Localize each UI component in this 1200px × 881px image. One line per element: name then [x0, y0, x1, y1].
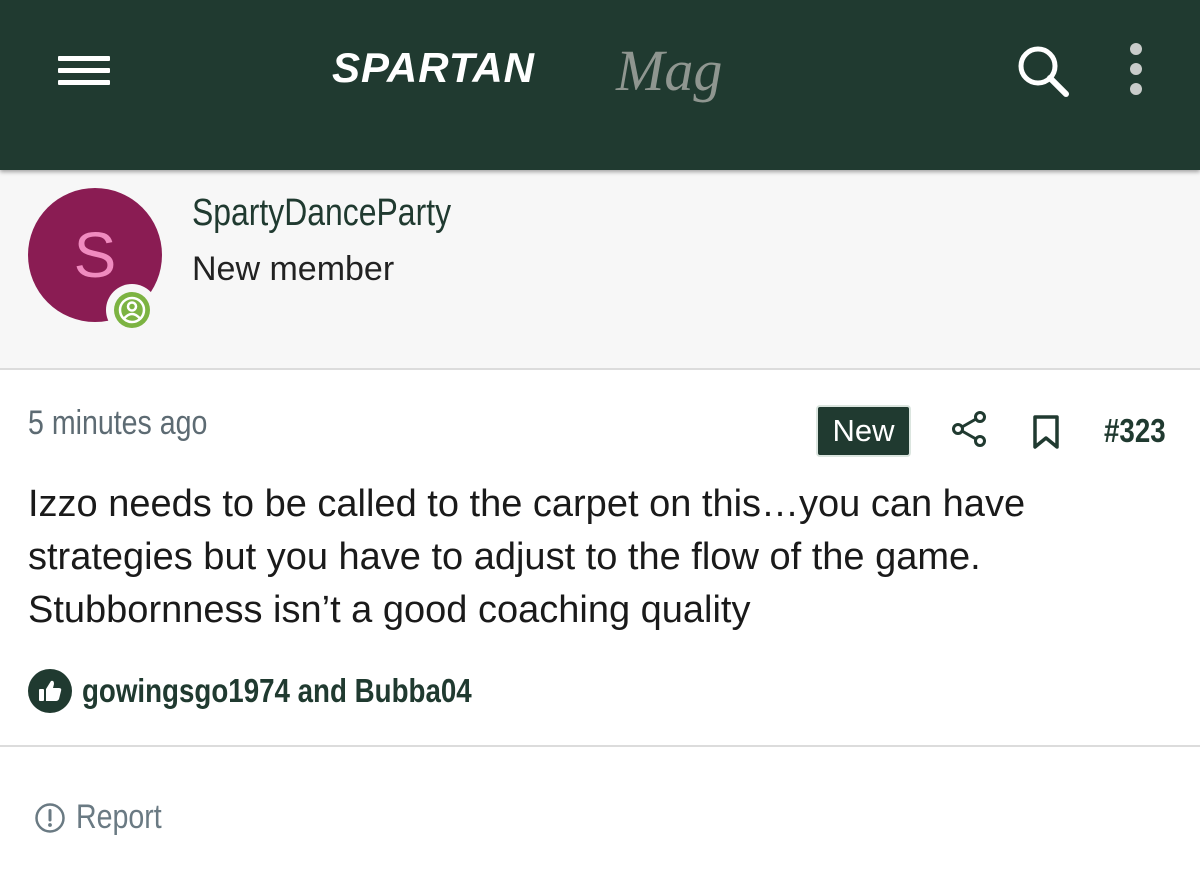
online-status-badge: [106, 284, 158, 336]
new-badge: New: [816, 405, 911, 457]
spartanmag-logo[interactable]: SPARTAN Mag: [330, 30, 770, 110]
post-timestamp[interactable]: 5 minutes ago: [28, 404, 207, 443]
user-title: New member: [192, 250, 395, 288]
share-icon[interactable]: [949, 409, 989, 449]
online-user-icon: [114, 292, 150, 328]
hamburger-menu-icon[interactable]: [56, 50, 112, 90]
member-card: S SpartyDanceParty New member: [0, 170, 1200, 370]
avatar-letter: S: [73, 219, 117, 291]
search-icon[interactable]: [1012, 40, 1074, 102]
thumbs-up-icon: [28, 669, 72, 713]
username-link[interactable]: SpartyDanceParty: [192, 192, 451, 235]
logo-bold-text: SPARTAN: [332, 44, 536, 91]
post-body: Izzo needs to be called to the carpet on…: [28, 483, 1026, 631]
post-number-link[interactable]: #323: [1104, 412, 1166, 450]
report-label: Report: [76, 798, 162, 836]
alert-circle-icon: [35, 802, 65, 833]
bookmark-icon[interactable]: [1030, 414, 1062, 450]
vertical-dots-icon[interactable]: [1122, 42, 1150, 98]
report-button[interactable]: Report: [34, 798, 178, 837]
top-navigation-bar: SPARTAN Mag: [0, 0, 1200, 170]
reaction-users[interactable]: gowingsgo1974 and Bubba04: [82, 672, 472, 710]
reactions-row[interactable]: gowingsgo1974 and Bubba04: [28, 668, 546, 714]
divider: [0, 745, 1200, 747]
logo-script-text: Mag: [615, 38, 722, 103]
post-meta-row: 5 minutes ago New #323: [0, 372, 1200, 472]
